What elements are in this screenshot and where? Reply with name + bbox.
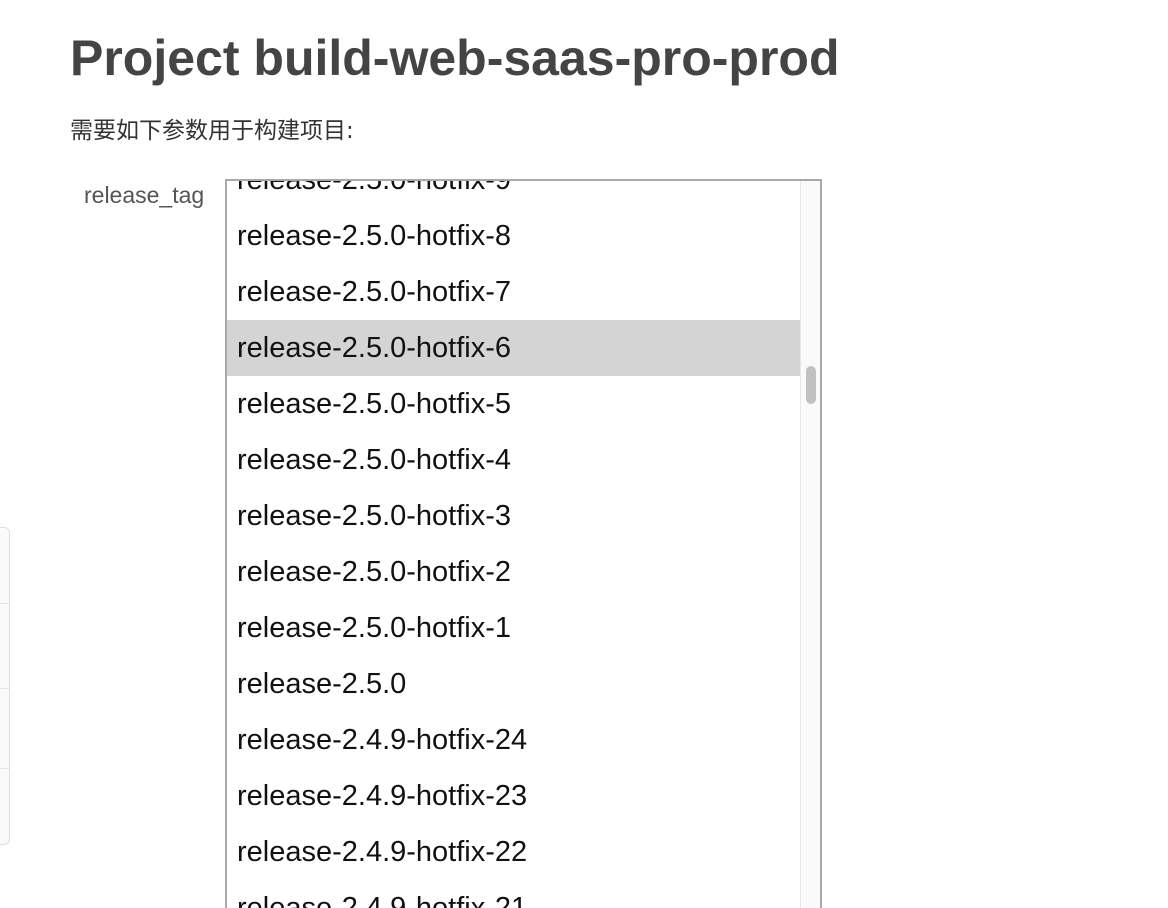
page-title: Project build-web-saas-pro-prod bbox=[70, 30, 840, 86]
option-release-2-5-0-hotfix-1[interactable]: release-2.5.0-hotfix-1 bbox=[227, 600, 802, 656]
release-tag-options: release-2.5.0-hotfix-9 release-2.5.0-hot… bbox=[227, 181, 802, 908]
option-release-2-4-9-hotfix-22[interactable]: release-2.4.9-hotfix-22 bbox=[227, 824, 802, 880]
release-tag-label: release_tag bbox=[84, 182, 205, 208]
build-parameters-page: Project build-web-saas-pro-prod 需要如下参数用于… bbox=[0, 0, 1168, 908]
option-release-2-5-0-hotfix-6-selected[interactable]: release-2.5.0-hotfix-6 bbox=[227, 320, 802, 376]
option-release-2-5-0-hotfix-3[interactable]: release-2.5.0-hotfix-3 bbox=[227, 488, 802, 544]
option-release-2-5-0-hotfix-2[interactable]: release-2.5.0-hotfix-2 bbox=[227, 544, 802, 600]
listbox-scrollbar[interactable] bbox=[800, 181, 820, 908]
option-release-2-5-0-hotfix-4[interactable]: release-2.5.0-hotfix-4 bbox=[227, 432, 802, 488]
option-release-2-5-0-hotfix-5[interactable]: release-2.5.0-hotfix-5 bbox=[227, 376, 802, 432]
option-release-2-5-0[interactable]: release-2.5.0 bbox=[227, 656, 802, 712]
release-tag-select[interactable]: release-2.5.0-hotfix-9 release-2.5.0-hot… bbox=[225, 179, 822, 908]
option-release-2-4-9-hotfix-21[interactable]: release-2.4.9-hotfix-21 bbox=[227, 880, 802, 908]
side-panel-edge bbox=[0, 527, 10, 845]
parameters-description: 需要如下参数用于构建项目: bbox=[70, 118, 354, 144]
option-release-2-4-9-hotfix-23[interactable]: release-2.4.9-hotfix-23 bbox=[227, 768, 802, 824]
scrollbar-thumb[interactable] bbox=[806, 366, 816, 404]
option-release-2-5-0-hotfix-9[interactable]: release-2.5.0-hotfix-9 bbox=[227, 181, 802, 208]
option-release-2-5-0-hotfix-8[interactable]: release-2.5.0-hotfix-8 bbox=[227, 208, 802, 264]
option-release-2-4-9-hotfix-24[interactable]: release-2.4.9-hotfix-24 bbox=[227, 712, 802, 768]
option-release-2-5-0-hotfix-7[interactable]: release-2.5.0-hotfix-7 bbox=[227, 264, 802, 320]
